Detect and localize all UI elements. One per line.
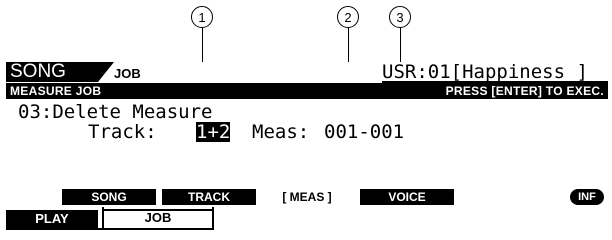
softkey-meas[interactable]: [ MEAS ] <box>258 189 356 205</box>
inf-button[interactable]: INF <box>570 189 604 205</box>
track-label: Track: <box>88 121 157 143</box>
tab-baseline <box>6 228 214 230</box>
callout-3: 3 <box>389 6 411 28</box>
track-value[interactable]: 1+2 <box>196 122 231 142</box>
callout-1: 1 <box>191 6 213 28</box>
callout-2: 2 <box>337 6 359 28</box>
mode-tab: SONG <box>6 61 114 82</box>
mode-label: SONG <box>10 61 66 82</box>
meas-label: Meas: <box>252 121 310 143</box>
job-title: 03:Delete Measure <box>18 101 213 123</box>
header-instruction: PRESS [ENTER] TO EXEC. <box>445 84 604 98</box>
softkey-voice[interactable]: VOICE <box>360 189 454 205</box>
softkey-song[interactable]: SONG <box>62 189 156 205</box>
softkey-track[interactable]: TRACK <box>162 189 256 205</box>
tab-play[interactable]: PLAY <box>6 210 98 228</box>
lcd-screen: SONG JOB USR:01[Happiness ] MEASURE JOB … <box>4 62 608 235</box>
tab-job[interactable]: JOB <box>102 207 214 228</box>
meas-value[interactable]: 001-001 <box>324 122 404 142</box>
header-title: MEASURE JOB <box>10 84 102 98</box>
header-bar: MEASURE JOB PRESS [ENTER] TO EXEC. <box>6 83 608 99</box>
sub-mode-label: JOB <box>114 66 141 81</box>
song-slot-name: USR:01[Happiness ] <box>382 61 588 83</box>
